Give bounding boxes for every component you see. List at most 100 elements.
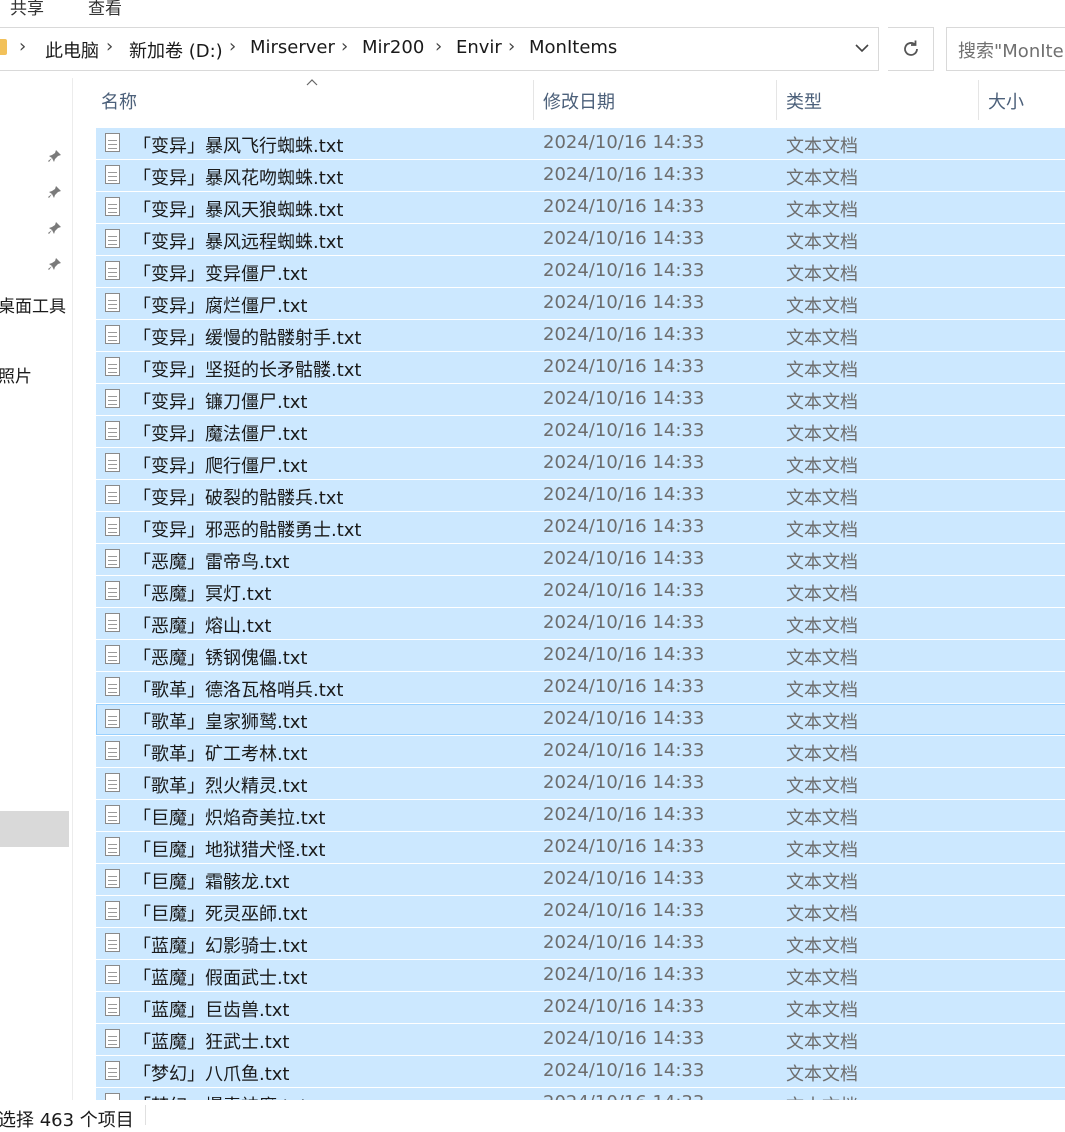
text-file-icon	[105, 453, 120, 472]
breadcrumb-chevron-icon[interactable]: ›	[435, 36, 442, 57]
file-row[interactable]: 「蓝魔」狂武士.txt 2024/10/16 14:33 文本文档	[96, 1024, 1065, 1055]
file-name: 「变异」镰刀僵尸.txt	[133, 392, 308, 413]
file-list[interactable]: 「变异」暴风飞行蜘蛛.txt 2024/10/16 14:33 文本文档 「变异」暴风…	[96, 128, 1065, 1100]
file-name: 「恶魔」锈钢傀儡.txt	[133, 648, 308, 669]
file-name: 「歌革」烈火精灵.txt	[133, 776, 308, 797]
file-name: 「蓝魔」幻影骑士.txt	[133, 936, 308, 957]
file-name: 「变异」腐烂僵尸.txt	[133, 296, 308, 317]
text-file-icon	[105, 773, 120, 792]
text-file-icon	[105, 517, 120, 536]
file-type: 文本文档	[786, 392, 858, 413]
file-row[interactable]: 「恶魔」冥灯.txt 2024/10/16 14:33 文本文档	[96, 576, 1065, 607]
file-row[interactable]: 「巨魔」地狱猎犬怪.txt 2024/10/16 14:33 文本文档	[96, 832, 1065, 863]
file-row[interactable]: 「梦幻」八爪鱼.txt 2024/10/16 14:33 文本文档	[96, 1056, 1065, 1087]
file-type: 文本文档	[786, 232, 858, 253]
breadcrumb-chevron-icon[interactable]: ›	[229, 36, 236, 57]
text-file-icon	[105, 389, 120, 408]
text-file-icon	[105, 1061, 120, 1080]
breadcrumb-mirserver[interactable]: Mirserver	[250, 37, 335, 58]
ribbon-tabs: 共享 查看	[0, 0, 1065, 19]
file-row[interactable]: 「变异」暴风飞行蜘蛛.txt 2024/10/16 14:33 文本文档	[96, 128, 1065, 159]
column-header-size[interactable]: 大小	[988, 88, 1024, 114]
file-row[interactable]: 「变异」变异僵尸.txt 2024/10/16 14:33 文本文档	[96, 256, 1065, 287]
breadcrumb-envir[interactable]: Envir	[456, 37, 502, 58]
breadcrumb-chevron-icon[interactable]: ›	[341, 36, 348, 57]
column-header-name[interactable]: 名称	[101, 88, 137, 114]
file-type: 文本文档	[786, 488, 858, 509]
text-file-icon	[105, 1093, 120, 1100]
file-row[interactable]: 「歌革」矿工考林.txt 2024/10/16 14:33 文本文档	[96, 736, 1065, 767]
file-row[interactable]: 「变异」坚挺的长矛骷髅.txt 2024/10/16 14:33 文本文档	[96, 352, 1065, 383]
file-name: 「变异」坚挺的长矛骷髅.txt	[133, 360, 362, 381]
file-row[interactable]: 「变异」破裂的骷髅兵.txt 2024/10/16 14:33 文本文档	[96, 480, 1065, 511]
search-input[interactable]: 搜索"MonIte	[946, 27, 1065, 71]
file-name: 「变异」暴风花吻蜘蛛.txt	[133, 168, 344, 189]
file-row[interactable]: 「变异」暴风花吻蜘蛛.txt 2024/10/16 14:33 文本文档	[96, 160, 1065, 191]
text-file-icon	[105, 485, 120, 504]
tab-view[interactable]: 查看	[88, 0, 122, 19]
text-file-icon	[105, 421, 120, 440]
column-header-modified[interactable]: 修改日期	[543, 88, 615, 114]
tab-share[interactable]: 共享	[10, 0, 44, 19]
file-name: 「变异」暴风天狼蜘蛛.txt	[133, 200, 344, 221]
text-file-icon	[105, 901, 120, 920]
file-row[interactable]: 「变异」腐烂僵尸.txt 2024/10/16 14:33 文本文档	[96, 288, 1065, 319]
pin-icon[interactable]	[48, 257, 64, 273]
text-file-icon	[105, 997, 120, 1016]
file-row[interactable]: 「蓝魔」巨齿兽.txt 2024/10/16 14:33 文本文档	[96, 992, 1065, 1023]
column-header-type[interactable]: 类型	[786, 88, 822, 114]
breadcrumb-monitems[interactable]: MonItems	[529, 37, 617, 58]
file-name: 「变异」暴风飞行蜘蛛.txt	[133, 136, 344, 157]
file-row[interactable]: 「变异」缓慢的骷髅射手.txt 2024/10/16 14:33 文本文档	[96, 320, 1065, 351]
file-modified-date: 2024/10/16 14:33	[543, 900, 705, 921]
pin-icon[interactable]	[48, 185, 64, 201]
breadcrumb-mir200[interactable]: Mir200	[362, 37, 424, 58]
text-file-icon	[105, 805, 120, 824]
file-row[interactable]: 「歌革」皇家狮鹫.txt 2024/10/16 14:33 文本文档	[96, 704, 1065, 735]
file-row[interactable]: 「巨魔」霜骸龙.txt 2024/10/16 14:33 文本文档	[96, 864, 1065, 895]
nav-item-desktop-tools[interactable]: 桌面工具	[0, 292, 66, 317]
file-row[interactable]: 「歌革」德洛瓦格哨兵.txt 2024/10/16 14:33 文本文档	[96, 672, 1065, 703]
pin-icon[interactable]	[48, 149, 64, 165]
address-bar[interactable]: › 此电脑 › 新加卷 (D:) › Mirserver › Mir200 › …	[0, 27, 879, 71]
breadcrumb-drive-d[interactable]: 新加卷 (D:)	[129, 37, 223, 63]
column-divider[interactable]	[776, 80, 777, 120]
refresh-button[interactable]	[888, 27, 934, 71]
pin-icon[interactable]	[48, 221, 64, 237]
file-row[interactable]: 「巨魔」炽焰奇美拉.txt 2024/10/16 14:33 文本文档	[96, 800, 1065, 831]
file-type: 文本文档	[786, 648, 858, 669]
nav-item-selected[interactable]	[0, 811, 69, 847]
breadcrumb-chevron-icon[interactable]: ›	[508, 36, 515, 57]
file-name: 「变异」暴风远程蜘蛛.txt	[133, 232, 344, 253]
file-row[interactable]: 「变异」爬行僵尸.txt 2024/10/16 14:33 文本文档	[96, 448, 1065, 479]
file-modified-date: 2024/10/16 14:33	[543, 644, 705, 665]
column-divider[interactable]	[533, 80, 534, 120]
file-row[interactable]: 「变异」镰刀僵尸.txt 2024/10/16 14:33 文本文档	[96, 384, 1065, 415]
text-file-icon	[105, 133, 120, 152]
file-row[interactable]: 「恶魔」雷帝鸟.txt 2024/10/16 14:33 文本文档	[96, 544, 1065, 575]
file-row[interactable]: 「变异」邪恶的骷髅勇士.txt 2024/10/16 14:33 文本文档	[96, 512, 1065, 543]
column-divider[interactable]	[978, 80, 979, 120]
text-file-icon	[105, 677, 120, 696]
file-modified-date: 2024/10/16 14:33	[543, 484, 705, 505]
file-row[interactable]: 「变异」暴风远程蜘蛛.txt 2024/10/16 14:33 文本文档	[96, 224, 1065, 255]
breadcrumb-chevron-icon[interactable]: ›	[19, 36, 26, 57]
file-row[interactable]: 「恶魔」锈钢傀儡.txt 2024/10/16 14:33 文本文档	[96, 640, 1065, 671]
breadcrumb-this-pc[interactable]: 此电脑	[45, 37, 99, 63]
file-row[interactable]: 「蓝魔」幻影骑士.txt 2024/10/16 14:33 文本文档	[96, 928, 1065, 959]
file-type: 文本文档	[786, 1000, 858, 1021]
file-row[interactable]: 「变异」魔法僵尸.txt 2024/10/16 14:33 文本文档	[96, 416, 1065, 447]
file-row[interactable]: 「梦幻」爆毒神魔.txt 2024/10/16 14:33 文本文档	[96, 1088, 1065, 1100]
file-row[interactable]: 「蓝魔」假面武士.txt 2024/10/16 14:33 文本文档	[96, 960, 1065, 991]
breadcrumb-chevron-icon[interactable]: ›	[106, 36, 113, 57]
file-modified-date: 2024/10/16 14:33	[543, 708, 705, 729]
file-type: 文本文档	[786, 328, 858, 349]
file-row[interactable]: 「歌革」烈火精灵.txt 2024/10/16 14:33 文本文档	[96, 768, 1065, 799]
file-row[interactable]: 「巨魔」死灵巫師.txt 2024/10/16 14:33 文本文档	[96, 896, 1065, 927]
file-row[interactable]: 「变异」暴风天狼蜘蛛.txt 2024/10/16 14:33 文本文档	[96, 192, 1065, 223]
address-history-dropdown-button[interactable]	[849, 36, 875, 62]
file-row[interactable]: 「恶魔」熔山.txt 2024/10/16 14:33 文本文档	[96, 608, 1065, 639]
nav-item-photos[interactable]: 照片	[0, 362, 32, 387]
text-file-icon	[105, 933, 120, 952]
file-modified-date: 2024/10/16 14:33	[543, 804, 705, 825]
